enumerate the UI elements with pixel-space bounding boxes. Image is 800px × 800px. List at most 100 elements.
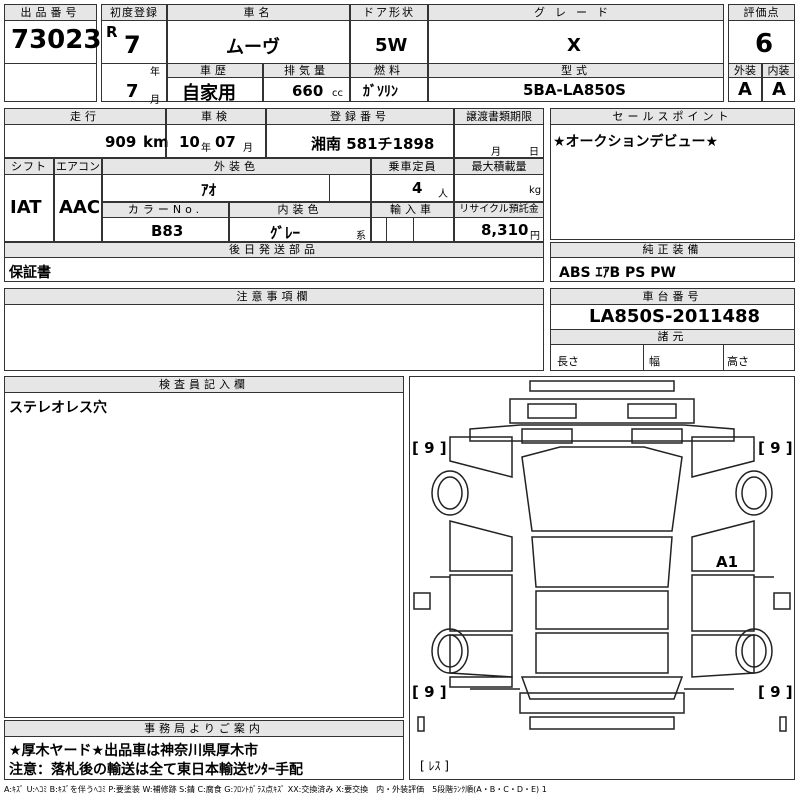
recycle-unit: 円 (530, 231, 540, 242)
ext-color-value: ｱｵ (201, 181, 217, 199)
grade-label: グレード (429, 5, 723, 21)
seats-box: 乗車定員 4 人 (371, 158, 454, 202)
score-value: 6 (755, 29, 774, 59)
color-no-box: カラーNo. B83 (102, 202, 229, 242)
mileage-unit: km (143, 133, 169, 151)
history-label: 車歴 (168, 64, 262, 78)
displacement-unit: cc (332, 88, 343, 99)
specs-label: 諸元 (551, 330, 794, 345)
plate-value: 湘南 581チ1898 (311, 135, 435, 153)
equipment-label: 純正装備 (551, 243, 794, 258)
office-line-1: ★厚木ヤード★出品車は神奈川県厚木市 (9, 743, 259, 759)
first-reg-year: 7 (124, 31, 141, 59)
ext-color-box: 外装色 ｱｵ (102, 158, 371, 202)
score-box: 評価点 6 (728, 4, 795, 64)
int-color-unit: 系 (356, 231, 366, 242)
damage-mark-a1: A1 (716, 553, 739, 571)
notes-label: 注意事項欄 (5, 289, 543, 305)
lot-box: 出品番号 73023 (4, 4, 101, 102)
inspection-year: 10 (179, 133, 200, 151)
inspection-box: 車検 10 年 07 月 (166, 108, 266, 158)
displacement-box: 排気量 660 cc (263, 63, 350, 102)
shift-value: IAT (10, 197, 42, 218)
recycle-box: リサイクル預託金 8,310 円 (454, 202, 544, 242)
tire-rear-left: [ 9 ] (412, 683, 447, 701)
inspector-label: 検査員記入欄 (5, 377, 403, 393)
tire-front-left: [ 9 ] (412, 439, 447, 457)
first-reg-label: 初度登録 (102, 5, 166, 21)
transfer-month-unit: 月 (491, 147, 501, 158)
transfer-day-unit: 日 (529, 147, 539, 158)
shift-label: シフト (5, 159, 53, 175)
grade-value: X (567, 35, 581, 56)
damage-diagram-box: [ 9 ] [ 9 ] [ 9 ] [ 9 ] A1 [ ﾚｽ ] (409, 376, 795, 780)
mileage-label: 走行 (5, 109, 165, 125)
ext-color-label: 外装色 (103, 159, 370, 175)
sales-point-text: ★オークションデビュー★ (553, 134, 719, 150)
interior-score: A (772, 79, 786, 100)
first-reg-year-unit: 年 (150, 67, 160, 78)
first-reg-month: 7 (126, 81, 139, 102)
inspector-box: 検査員記入欄 ステレオレス穴 (4, 376, 404, 718)
office-box: 事務局よりご案内 ★厚木ヤード★出品車は神奈川県厚木市 注意：落札後の輸送は全て… (4, 720, 404, 780)
sales-point-box: セールスポイント ★オークションデビュー★ (550, 108, 795, 240)
interior-box: 内装 A (762, 63, 795, 102)
door-label: ドア形状 (351, 5, 427, 21)
door-type: 5W (375, 35, 408, 56)
inspection-month: 07 (215, 133, 236, 151)
displacement-label: 排気量 (264, 64, 349, 78)
mileage-value: 909 (105, 133, 137, 151)
chassis-label: 車台番号 (551, 289, 794, 305)
equipment-box: 純正装備 ABS ｴｱB PS PW (550, 242, 795, 282)
lot-number: 73023 (11, 25, 102, 55)
office-label: 事務局よりご案内 (5, 721, 403, 737)
tire-rear-right: [ 9 ] (758, 683, 793, 701)
shift-box: シフト IAT (4, 158, 54, 242)
fuel-value: ｶﾞｿﾘﾝ (363, 84, 398, 100)
specs-height-label: 高さ (727, 355, 749, 368)
spare-tire: [ ﾚｽ ] (420, 759, 449, 773)
aircon-value: AAC (59, 197, 101, 218)
inspection-label: 車検 (167, 109, 265, 125)
mileage-box: 走行 909 km (4, 108, 169, 158)
sales-point-label: セールスポイント (551, 109, 794, 125)
model-value: 5BA-LA850S (523, 81, 626, 99)
office-line-2: 注意：落札後の輸送は全て東日本輸送ｾﾝﾀｰ手配 (9, 762, 303, 778)
seats-unit: 人 (438, 189, 448, 200)
import-label: 輸入車 (372, 203, 453, 218)
aircon-label: エアコン (55, 159, 101, 175)
model-box: 型式 5BA-LA850S (428, 63, 724, 102)
plate-label: 登録番号 (267, 109, 453, 125)
plate-box: 登録番号 湘南 581チ1898 (266, 108, 454, 158)
inspection-year-unit: 年 (201, 143, 211, 154)
grade-box: グレード X (428, 4, 724, 64)
specs-width-label: 幅 (649, 355, 660, 368)
car-outline-diagram (413, 380, 791, 732)
score-label: 評価点 (729, 5, 794, 21)
int-color-label: 内装色 (230, 203, 370, 218)
first-reg-month-unit: 月 (150, 95, 160, 106)
inspector-note: ステレオレス穴 (9, 400, 107, 416)
recycle-value: 8,310 (481, 221, 529, 239)
later-parts-box: 後日発送部品 保証書 (4, 242, 544, 282)
recycle-label: リサイクル預託金 (455, 203, 543, 218)
seats-value: 4 (412, 179, 423, 197)
first-registration-box: 初度登録 R 7 年 7 月 (101, 4, 167, 106)
displacement-value: 660 (292, 82, 324, 100)
aircon-box: エアコン AAC (54, 158, 102, 242)
int-color-box: 内装色 ｸﾞﾚｰ 系 (229, 202, 371, 242)
inspection-month-unit: 月 (243, 143, 253, 154)
notes-box: 注意事項欄 (4, 288, 544, 371)
tire-front-right: [ 9 ] (758, 439, 793, 457)
later-parts-label: 後日発送部品 (5, 243, 543, 258)
later-parts-value: 保証書 (9, 265, 51, 281)
car-name-label: 車名 (168, 5, 349, 21)
transfer-box: 譲渡書類期限 月 日 (454, 108, 544, 158)
door-box: ドア形状 5W (350, 4, 428, 64)
load-label: 最大積載量 (455, 159, 543, 175)
damage-legend: A:ｷｽﾞ U:ﾍｺﾐ B:ｷｽﾞを伴うﾍｺﾐ P:要塗装 W:補修跡 S:錆 … (4, 785, 547, 794)
interior-label: 内装 (763, 64, 794, 78)
color-no-value: B83 (151, 222, 184, 240)
load-box: 最大積載量 kg (454, 158, 544, 202)
fuel-label: 燃料 (351, 64, 427, 78)
